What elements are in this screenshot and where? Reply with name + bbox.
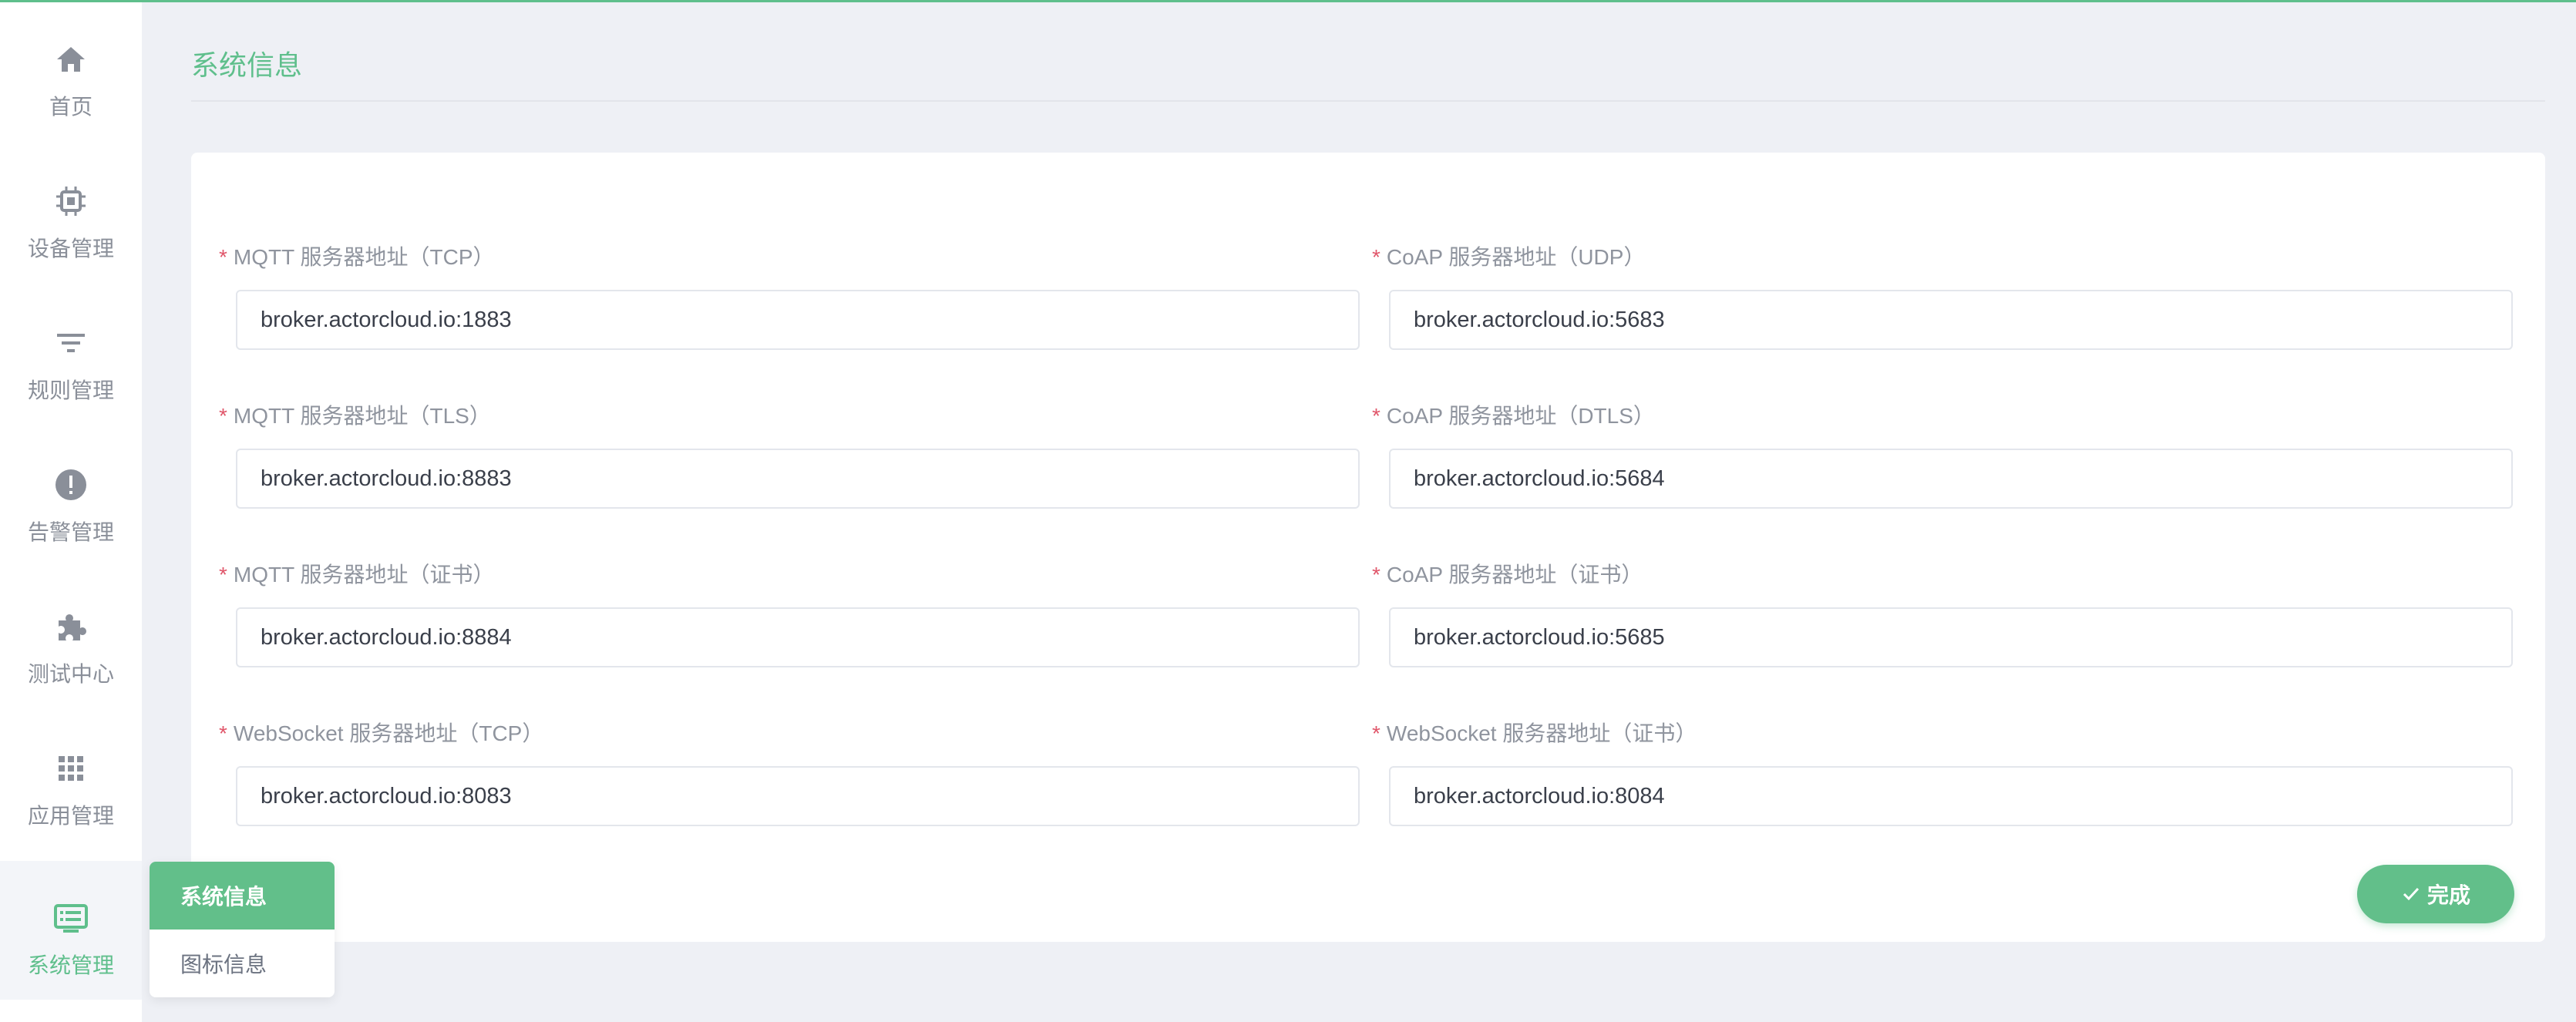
form-field-coap-udp: * CoAP 服务器地址（UDP） bbox=[1372, 242, 2513, 350]
required-mark: * bbox=[219, 245, 227, 269]
field-label: * MQTT 服务器地址（TCP） bbox=[219, 245, 495, 269]
done-button-label: 完成 bbox=[2426, 883, 2470, 907]
nav-item-rule-management[interactable]: 规则管理 bbox=[0, 286, 142, 425]
required-mark: * bbox=[1372, 245, 1380, 269]
submenu-item-system-info[interactable]: 系统信息 bbox=[150, 862, 335, 930]
done-button[interactable]: 完成 bbox=[2357, 865, 2514, 923]
field-label: * CoAP 服务器地址（证书） bbox=[1372, 563, 1643, 587]
field-label: * CoAP 服务器地址（DTLS） bbox=[1372, 404, 1655, 428]
required-mark: * bbox=[219, 721, 227, 745]
form-field-coap-cert: * CoAP 服务器地址（证书） bbox=[1372, 560, 2513, 667]
required-mark: * bbox=[1372, 721, 1380, 745]
nav-item-label: 告警管理 bbox=[27, 520, 114, 544]
nav-item-label: 系统管理 bbox=[27, 953, 114, 977]
form-field-websocket-cert: * WebSocket 服务器地址（证书） bbox=[1372, 718, 2513, 826]
check-icon bbox=[2403, 887, 2420, 901]
coap-udp-input[interactable] bbox=[1389, 290, 2513, 350]
nav-item-alert-management[interactable]: 告警管理 bbox=[0, 428, 142, 566]
websocket-tcp-input[interactable] bbox=[236, 766, 1360, 826]
mqtt-tcp-input[interactable] bbox=[236, 290, 1360, 350]
alert-icon bbox=[55, 469, 86, 500]
form-field-mqtt-cert: * MQTT 服务器地址（证书） bbox=[219, 560, 1360, 667]
coap-dtls-input[interactable] bbox=[1389, 449, 2513, 509]
grid-apps-icon bbox=[59, 756, 83, 781]
puzzle-icon bbox=[59, 614, 86, 640]
field-label: * MQTT 服务器地址（TLS） bbox=[219, 404, 491, 428]
page-title: 系统信息 bbox=[191, 49, 303, 81]
nav-item-label: 首页 bbox=[49, 95, 92, 119]
nav-item-test-center[interactable]: 测试中心 bbox=[0, 570, 142, 708]
required-mark: * bbox=[219, 404, 227, 428]
form-field-mqtt-tcp: * MQTT 服务器地址（TCP） bbox=[219, 242, 1360, 350]
filter-icon bbox=[57, 334, 85, 352]
form-field-websocket-tcp: * WebSocket 服务器地址（TCP） bbox=[219, 718, 1360, 826]
field-label: * MQTT 服务器地址（证书） bbox=[219, 563, 495, 587]
form-field-mqtt-tls: * MQTT 服务器地址（TLS） bbox=[219, 401, 1360, 509]
top-accent-line bbox=[0, 0, 2576, 2]
system-info-card: *MQTT 服务器地址（TCP） *CoAP 服务器地址（UDP） *MQTT … bbox=[191, 153, 2545, 942]
coap-cert-input[interactable] bbox=[1389, 607, 2513, 667]
chip-icon bbox=[56, 187, 86, 216]
submenu-item-icon-info[interactable]: 图标信息 bbox=[150, 930, 335, 997]
websocket-cert-input[interactable] bbox=[1389, 766, 2513, 826]
nav-item-label: 设备管理 bbox=[27, 237, 114, 261]
field-label: * WebSocket 服务器地址（证书） bbox=[1372, 721, 1697, 745]
nav-item-label: 规则管理 bbox=[27, 378, 114, 402]
nav-item-home[interactable]: 首页 bbox=[0, 2, 142, 141]
header-divider bbox=[191, 100, 2545, 102]
form-field-coap-dtls: * CoAP 服务器地址（DTLS） bbox=[1372, 401, 2513, 509]
required-mark: * bbox=[1372, 404, 1380, 428]
nav-item-label: 应用管理 bbox=[27, 804, 114, 828]
sidebar: 首页 设备管理 规则管理 告警管理 测试中心 应用管理 系统管理 bbox=[0, 2, 142, 1022]
required-mark: * bbox=[1372, 563, 1380, 587]
nav-item-label: 测试中心 bbox=[27, 662, 114, 686]
field-label: * WebSocket 服务器地址（TCP） bbox=[219, 721, 544, 745]
mqtt-cert-input[interactable] bbox=[236, 607, 1360, 667]
nav-item-system-management[interactable]: 系统管理 bbox=[0, 861, 142, 1000]
nav-item-app-management[interactable]: 应用管理 bbox=[0, 711, 142, 850]
required-mark: * bbox=[219, 563, 227, 587]
system-management-submenu: 系统信息 图标信息 bbox=[150, 862, 335, 997]
monitor-list-icon bbox=[54, 904, 88, 933]
nav-item-device-management[interactable]: 设备管理 bbox=[0, 144, 142, 283]
home-icon bbox=[57, 47, 85, 72]
mqtt-tls-input[interactable] bbox=[236, 449, 1360, 509]
field-label: * CoAP 服务器地址（UDP） bbox=[1372, 245, 1646, 269]
